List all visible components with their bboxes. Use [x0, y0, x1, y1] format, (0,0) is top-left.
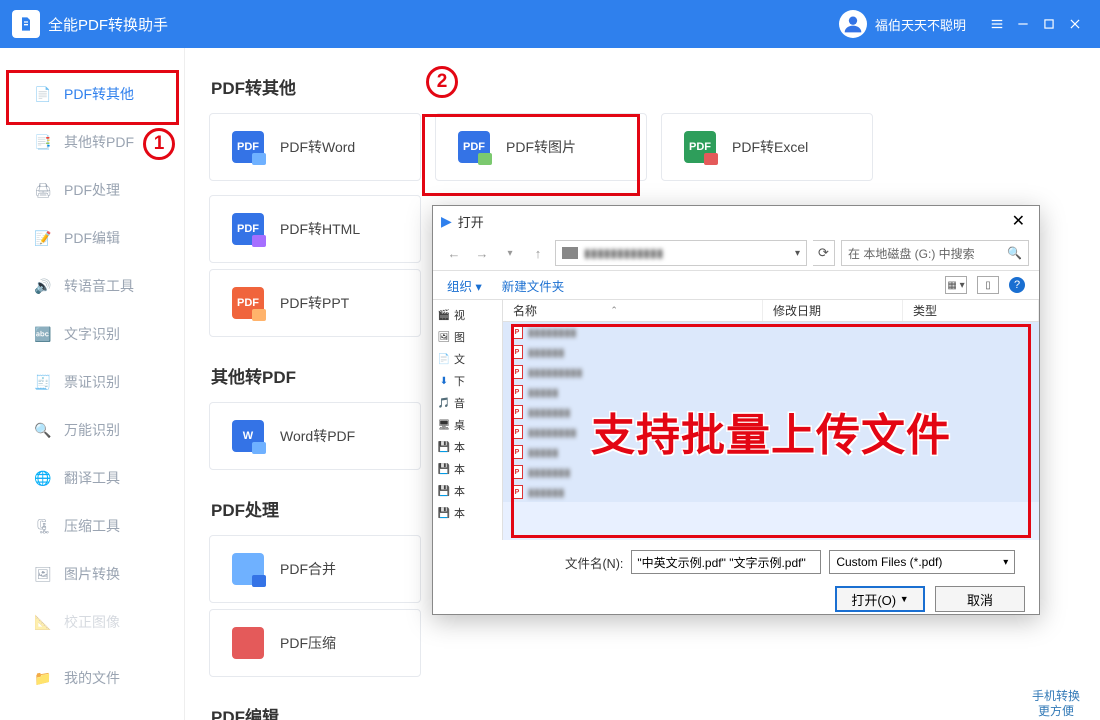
- cancel-button[interactable]: 取消: [935, 586, 1025, 612]
- sidebar-item-other-to-pdf[interactable]: 📑 其他转PDF: [0, 118, 184, 166]
- maximize-button[interactable]: [1036, 11, 1062, 37]
- card-label: Word转PDF: [280, 426, 355, 446]
- sidebar-item-label: 翻译工具: [64, 468, 120, 488]
- path-breadcrumb[interactable]: ▮▮▮▮▮▮▮▮▮▮▮▮ ▾: [555, 240, 807, 266]
- filename-label: 文件名(N):: [565, 553, 623, 572]
- doc-icon: 📑: [34, 133, 52, 151]
- filetype-select[interactable]: Custom Files (*.pdf)▾: [829, 550, 1015, 574]
- nav-back-icon[interactable]: ←: [443, 242, 465, 264]
- dialog-close-button[interactable]: ✕: [1006, 209, 1031, 233]
- search-input[interactable]: 在 本地磁盘 (G:) 中搜索 🔍: [841, 240, 1029, 266]
- preview-pane-button[interactable]: ▯: [977, 276, 999, 294]
- sidebar-item-label: 万能识别: [64, 420, 120, 440]
- sidebar-item-label: PDF编辑: [64, 228, 120, 248]
- text-icon: 🔤: [34, 325, 52, 343]
- search-icon: 🔍: [1007, 246, 1022, 260]
- titlebar: 全能PDF转换助手 福伯天天不聪明: [0, 0, 1100, 48]
- avatar[interactable]: [839, 10, 867, 38]
- card-pdf-to-word[interactable]: PDFPDF转Word: [209, 113, 421, 181]
- sort-icon: ⌃: [610, 305, 618, 316]
- sidebar-item-label: 转语音工具: [64, 276, 134, 296]
- sidebar-item-label: 其他转PDF: [64, 132, 134, 152]
- batch-upload-hint: 支持批量上传文件: [511, 324, 1031, 538]
- card-label: PDF转Excel: [732, 137, 808, 157]
- globe-icon: 🌐: [34, 469, 52, 487]
- card-label: PDF转HTML: [280, 219, 360, 239]
- phone-promo: 手机转换 更方便: [1032, 689, 1080, 720]
- filename-input[interactable]: [631, 550, 821, 574]
- sidebar-item-label: PDF转其他: [64, 84, 134, 104]
- card-pdf-to-ppt[interactable]: PDFPDF转PPT: [209, 269, 421, 337]
- audio-icon: 🔊: [34, 277, 52, 295]
- help-icon[interactable]: ?: [1009, 277, 1025, 293]
- search-placeholder: 在 本地磁盘 (G:) 中搜索: [848, 245, 975, 262]
- sidebar-item-label: 文字识别: [64, 324, 120, 344]
- card-label: PDF转PPT: [280, 293, 349, 313]
- sidebar-item-label: 压缩工具: [64, 516, 120, 536]
- refresh-button[interactable]: ⟳: [813, 240, 835, 266]
- sidebar-item-my-files[interactable]: 📁 我的文件: [0, 654, 184, 702]
- sidebar-item-ticket[interactable]: 🧾 票证识别: [0, 358, 184, 406]
- file-list[interactable]: 名称 ⌃ 修改日期 类型 P▮▮▮▮▮▮▮▮ P▮▮▮▮▮▮ P▮▮▮▮▮▮▮▮…: [503, 300, 1039, 540]
- section-title-pdf-edit: PDF编辑: [211, 703, 1076, 720]
- sidebar-item-pdf-edit[interactable]: 📝 PDF编辑: [0, 214, 184, 262]
- receipt-icon: 🧾: [34, 373, 52, 391]
- dialog-titlebar: ▶ 打开 ✕: [433, 206, 1039, 236]
- doc-icon: 📄: [34, 85, 52, 103]
- dialog-title: 打开: [458, 212, 484, 231]
- app-title: 全能PDF转换助手: [48, 14, 168, 35]
- sidebar-item-compress[interactable]: 🗜 压缩工具: [0, 502, 184, 550]
- card-pdf-to-excel[interactable]: PDFPDF转Excel: [661, 113, 873, 181]
- edit-icon: 📝: [34, 229, 52, 247]
- card-label: PDF转Word: [280, 137, 355, 157]
- card-word-to-pdf[interactable]: WWord转PDF: [209, 402, 421, 470]
- sidebar-item-translate[interactable]: 🌐 翻译工具: [0, 454, 184, 502]
- folder-tree[interactable]: 🎬视 🖼图 📄文 ⬇下 🎵音 🖥桌 💾本 💾本 💾本 💾本: [433, 300, 503, 540]
- nav-history-icon[interactable]: ▾: [499, 242, 521, 264]
- sidebar-item-tts[interactable]: 🔊 转语音工具: [0, 262, 184, 310]
- sidebar-item-label: 校正图像: [64, 612, 120, 632]
- menu-icon[interactable]: [984, 11, 1010, 37]
- sidebar-item-correct[interactable]: 📐 校正图像: [0, 598, 184, 646]
- view-mode-button[interactable]: ▦ ▾: [945, 276, 967, 294]
- file-list-header[interactable]: 名称 ⌃ 修改日期 类型: [503, 300, 1039, 322]
- card-pdf-to-image[interactable]: PDFPDF转图片: [435, 113, 647, 181]
- card-pdf-compress[interactable]: PDF压缩: [209, 609, 421, 677]
- sidebar-item-label: PDF处理: [64, 180, 120, 200]
- app-small-icon: ▶: [441, 213, 452, 230]
- sidebar-item-label: 图片转换: [64, 564, 120, 584]
- tool-icon: 🖨: [34, 181, 52, 199]
- crop-icon: 📐: [34, 613, 52, 631]
- minimize-button[interactable]: [1010, 11, 1036, 37]
- sidebar-item-label: 票证识别: [64, 372, 120, 392]
- drive-icon: [562, 247, 578, 259]
- card-label: PDF压缩: [280, 633, 336, 653]
- file-open-dialog: ▶ 打开 ✕ ← → ▾ ↑ ▮▮▮▮▮▮▮▮▮▮▮▮ ▾ ⟳ 在 本地磁盘 (…: [432, 205, 1040, 615]
- card-pdf-merge[interactable]: PDF合并: [209, 535, 421, 603]
- section-title-pdf-to-other: PDF转其他: [211, 74, 1076, 99]
- close-button[interactable]: [1062, 11, 1088, 37]
- sidebar-item-pdf-to-other[interactable]: 📄 PDF转其他: [0, 70, 184, 118]
- card-label: PDF合并: [280, 559, 336, 579]
- sidebar-item-image[interactable]: 🖼 图片转换: [0, 550, 184, 598]
- folder-icon: 📁: [34, 669, 52, 687]
- nav-up-icon[interactable]: ↑: [527, 242, 549, 264]
- new-folder-button[interactable]: 新建文件夹: [502, 276, 565, 295]
- sidebar-item-universal[interactable]: 🔍 万能识别: [0, 406, 184, 454]
- sidebar: 📄 PDF转其他 📑 其他转PDF 🖨 PDF处理 📝 PDF编辑 🔊 转语音工具 🔤 文字…: [0, 48, 185, 720]
- sidebar-item-ocr[interactable]: 🔤 文字识别: [0, 310, 184, 358]
- app-logo: [12, 10, 40, 38]
- search-icon: 🔍: [34, 421, 52, 439]
- card-pdf-to-html[interactable]: PDFPDF转HTML: [209, 195, 421, 263]
- compress-icon: 🗜: [34, 517, 52, 535]
- sidebar-item-label: 我的文件: [64, 668, 120, 688]
- image-icon: 🖼: [34, 565, 52, 583]
- organize-menu[interactable]: 组织 ▾: [447, 276, 482, 295]
- nav-forward-icon[interactable]: →: [471, 242, 493, 264]
- username[interactable]: 福伯天天不聪明: [875, 15, 966, 34]
- open-button[interactable]: 打开(O) ▼: [835, 586, 925, 612]
- card-label: PDF转图片: [506, 137, 576, 157]
- sidebar-item-pdf-process[interactable]: 🖨 PDF处理: [0, 166, 184, 214]
